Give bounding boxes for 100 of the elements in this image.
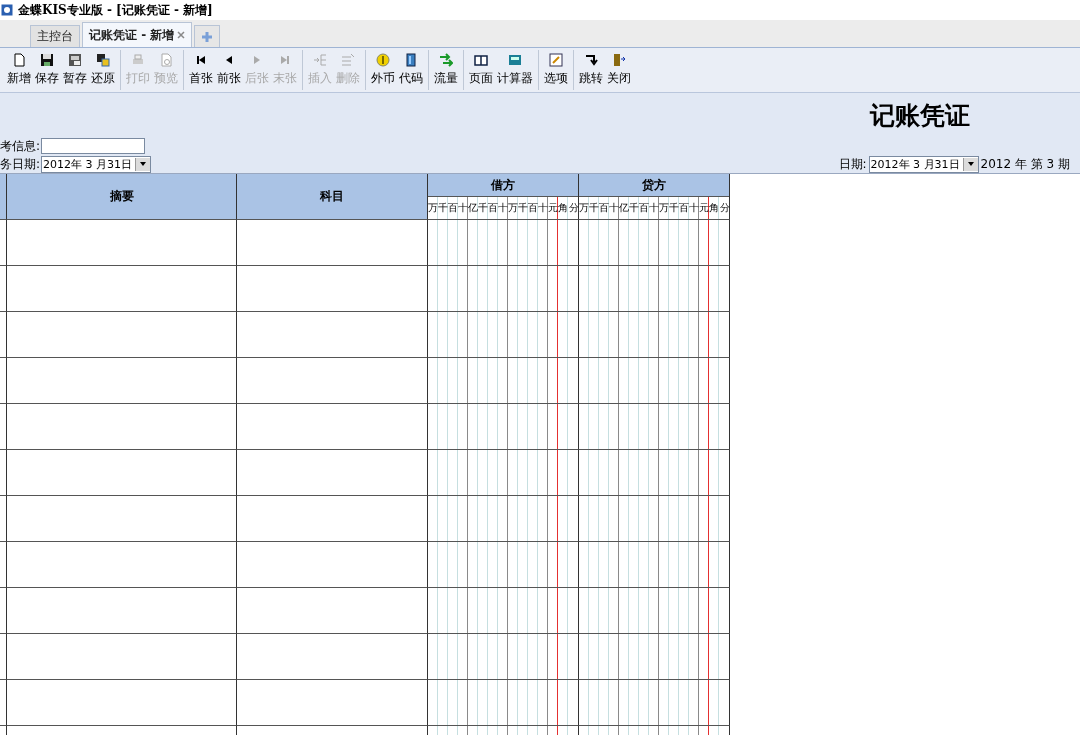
amount-cell[interactable]: [579, 496, 730, 542]
first-icon: [194, 53, 208, 67]
digit-unit-label: 千: [589, 197, 599, 219]
digit-unit-label: 元: [548, 197, 558, 219]
insert-row-icon: [313, 53, 327, 67]
table-cell[interactable]: [7, 404, 237, 450]
digit-unit-label: 千: [518, 197, 528, 219]
drive-icon: [68, 53, 82, 67]
table-cell[interactable]: [7, 496, 237, 542]
digit-unit-label: 元: [699, 197, 709, 219]
table-cell[interactable]: [237, 496, 428, 542]
toolbar-button[interactable]: 外币: [369, 53, 397, 87]
amount-cell[interactable]: [579, 220, 730, 266]
amount-cell[interactable]: [428, 358, 579, 404]
amount-cell[interactable]: [579, 680, 730, 726]
preview-icon: [159, 53, 173, 67]
amount-cell[interactable]: [579, 312, 730, 358]
table-cell[interactable]: [7, 358, 237, 404]
digit-unit-label: 亿: [619, 197, 629, 219]
close-icon[interactable]: [177, 31, 186, 39]
table-cell[interactable]: [237, 450, 428, 496]
amount-cell[interactable]: [579, 266, 730, 312]
table-cell[interactable]: [7, 542, 237, 588]
amount-cell[interactable]: [428, 266, 579, 312]
digit-unit-label: 十: [538, 197, 548, 219]
toolbar-button[interactable]: 跳转: [577, 53, 605, 87]
digit-unit-label: 百: [488, 197, 498, 219]
toolbar-button[interactable]: 选项: [542, 53, 570, 87]
amount-cell[interactable]: [579, 634, 730, 680]
table-cell[interactable]: [237, 680, 428, 726]
amount-cell[interactable]: [428, 680, 579, 726]
digit-unit-label: 十: [689, 197, 699, 219]
date-field[interactable]: 2012年 3 月31日: [41, 155, 152, 173]
field-label: 日期:: [838, 155, 867, 173]
digit-unit-label: 角: [558, 197, 568, 219]
amount-cell[interactable]: [579, 542, 730, 588]
toolbar-button[interactable]: 代码: [397, 53, 425, 87]
toolbar-button[interactable]: 还原: [89, 53, 117, 87]
digit-unit-label: 万: [579, 197, 589, 219]
amount-cell[interactable]: [579, 404, 730, 450]
dropdown-icon: [140, 162, 147, 166]
door-exit-icon: [612, 53, 626, 67]
amount-cell[interactable]: [428, 588, 579, 634]
amount-cell[interactable]: [428, 220, 579, 266]
table-cell[interactable]: [237, 220, 428, 266]
amount-cell[interactable]: [428, 634, 579, 680]
toolbar-button[interactable]: 首张: [187, 53, 215, 87]
digit-unit-label: 十: [498, 197, 508, 219]
table-cell[interactable]: [7, 266, 237, 312]
digit-unit-label: 万: [659, 197, 669, 219]
digit-unit-label: 十: [649, 197, 659, 219]
book-icon: [404, 53, 418, 67]
digit-unit-label: 千: [669, 197, 679, 219]
digit-unit-label: 百: [679, 197, 689, 219]
table-cell[interactable]: [7, 680, 237, 726]
toolbar-button[interactable]: 流量: [432, 53, 460, 87]
toolbar-button[interactable]: 新增: [5, 53, 33, 87]
period-text: 2012 年 第 3 期: [980, 155, 1070, 173]
table-cell[interactable]: [7, 312, 237, 358]
amount-cell[interactable]: [579, 450, 730, 496]
toolbar-button[interactable]: 前张: [215, 53, 243, 87]
table-cell[interactable]: [7, 220, 237, 266]
calculator-icon: [508, 53, 522, 67]
table-cell[interactable]: [237, 634, 428, 680]
toolbar-button[interactable]: 页面: [467, 53, 495, 87]
digit-unit-label: 万: [508, 197, 518, 219]
table-cell[interactable]: [237, 542, 428, 588]
table-cell[interactable]: [237, 588, 428, 634]
table-cell[interactable]: [237, 266, 428, 312]
amount-cell[interactable]: [428, 404, 579, 450]
input-field[interactable]: [41, 138, 146, 154]
digit-unit-label: 亿: [468, 197, 478, 219]
amount-cell[interactable]: [428, 312, 579, 358]
table-cell[interactable]: [7, 634, 237, 680]
tab[interactable]: 记账凭证 - 新增: [82, 22, 193, 47]
digit-unit-label: 十: [458, 197, 468, 219]
field-label: 务日期:: [0, 155, 41, 173]
digit-unit-label: 千: [629, 197, 639, 219]
amount-cell[interactable]: [428, 542, 579, 588]
amount-cell[interactable]: [428, 450, 579, 496]
table-cell[interactable]: [237, 312, 428, 358]
table-cell[interactable]: [237, 358, 428, 404]
column-header: 借方: [428, 174, 578, 197]
dropdown-icon: [967, 162, 974, 166]
amount-cell[interactable]: [579, 588, 730, 634]
digit-unit-label: 百: [448, 197, 458, 219]
digit-unit-label: 百: [528, 197, 538, 219]
table-cell[interactable]: [7, 588, 237, 634]
toolbar-button[interactable]: 保存: [33, 53, 61, 87]
amount-cell[interactable]: [579, 358, 730, 404]
flow-arrows-icon: [439, 53, 453, 67]
digit-unit-label: 十: [609, 197, 619, 219]
date-field[interactable]: 2012年 3 月31日: [868, 155, 979, 173]
tab[interactable]: 主控台: [30, 25, 80, 47]
table-cell[interactable]: [237, 404, 428, 450]
toolbar-button[interactable]: 计算器: [495, 53, 535, 87]
toolbar-button[interactable]: 关闭: [605, 53, 633, 87]
table-cell[interactable]: [7, 450, 237, 496]
amount-cell[interactable]: [428, 496, 579, 542]
toolbar-button[interactable]: 暂存: [61, 53, 89, 87]
